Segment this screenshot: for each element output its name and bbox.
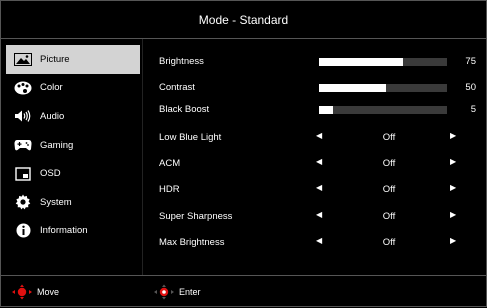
speaker-icon [14, 109, 32, 123]
low-blue-light-row[interactable]: Low Blue Light ◀ Off ▶ [159, 127, 479, 147]
hdr-value: Off [382, 184, 396, 195]
super-sharpness-row[interactable]: Super Sharpness ◀ Off ▶ [159, 206, 479, 226]
contrast-slider[interactable] [319, 84, 447, 92]
gamepad-icon [14, 138, 32, 152]
joystick-move-icon [11, 284, 33, 300]
hdr-label: HDR [159, 184, 180, 195]
acm-row[interactable]: ACM ◀ Off ▶ [159, 153, 479, 173]
right-arrow-icon[interactable]: ▶ [450, 157, 456, 166]
black-boost-row[interactable]: Black Boost 5 [159, 99, 479, 119]
sidebar-item-label: Gaming [40, 139, 74, 151]
right-arrow-icon[interactable]: ▶ [450, 131, 456, 140]
low-blue-light-label: Low Blue Light [159, 132, 222, 143]
brightness-row[interactable]: Brightness 75 [159, 51, 479, 71]
black-boost-label: Black Boost [159, 104, 210, 115]
max-brightness-label: Max Brightness [159, 237, 225, 248]
page-title: Mode - Standard [198, 12, 289, 27]
sidebar-item-system[interactable]: System [6, 188, 140, 217]
contrast-fill [319, 84, 386, 92]
right-arrow-icon[interactable]: ▶ [450, 210, 456, 219]
contrast-row[interactable]: Contrast 50 [159, 77, 479, 97]
sidebar-item-osd[interactable]: OSD [6, 159, 140, 188]
gear-icon [14, 194, 32, 210]
brightness-value: 75 [465, 56, 476, 67]
joystick-enter-icon [153, 284, 175, 300]
right-arrow-icon[interactable]: ▶ [450, 236, 456, 245]
contrast-value: 50 [465, 82, 476, 93]
sidebar-item-audio[interactable]: Audio [6, 102, 140, 131]
super-sharpness-label: Super Sharpness [159, 211, 233, 222]
left-arrow-icon[interactable]: ◀ [316, 131, 322, 140]
brightness-fill [319, 58, 404, 66]
divider [142, 39, 143, 275]
left-arrow-icon[interactable]: ◀ [316, 183, 322, 192]
acm-label: ACM [159, 158, 181, 169]
black-boost-value: 5 [470, 104, 476, 115]
footer-hints: Move Enter [1, 275, 486, 308]
brightness-label: Brightness [159, 56, 204, 67]
sidebar-item-picture[interactable]: Picture [6, 45, 140, 74]
black-boost-fill [319, 106, 334, 114]
menu-title: Mode - Standard [1, 1, 486, 39]
max-brightness-row[interactable]: Max Brightness ◀ Off ▶ [159, 232, 479, 252]
right-arrow-icon[interactable]: ▶ [450, 183, 456, 192]
osd-menu: Mode - Standard Picture Color Audio Gami… [0, 0, 487, 307]
hdr-row[interactable]: HDR ◀ Off ▶ [159, 179, 479, 199]
sidebar-item-gaming[interactable]: Gaming [6, 131, 140, 160]
left-arrow-icon[interactable]: ◀ [316, 157, 322, 166]
super-sharpness-value: Off [382, 211, 396, 222]
low-blue-light-value: Off [382, 132, 396, 143]
sidebar: Picture Color Audio Gaming OSD System In… [6, 45, 140, 245]
move-label: Move [37, 287, 60, 297]
sidebar-item-label: System [40, 196, 72, 208]
enter-label: Enter [179, 287, 201, 297]
enter-hint: Enter [153, 284, 201, 300]
palette-icon [14, 81, 32, 95]
picture-icon [14, 52, 32, 66]
info-icon [14, 223, 32, 238]
left-arrow-icon[interactable]: ◀ [316, 210, 322, 219]
black-boost-slider[interactable] [319, 106, 447, 114]
osd-icon [14, 166, 32, 181]
contrast-label: Contrast [159, 82, 195, 93]
max-brightness-value: Off [382, 237, 396, 248]
sidebar-item-label: Picture [40, 53, 70, 65]
move-hint: Move [11, 284, 59, 300]
sidebar-item-information[interactable]: Information [6, 217, 140, 246]
sidebar-item-color[interactable]: Color [6, 74, 140, 103]
left-arrow-icon[interactable]: ◀ [316, 236, 322, 245]
brightness-slider[interactable] [319, 58, 447, 66]
acm-value: Off [382, 158, 396, 169]
sidebar-item-label: Information [40, 225, 88, 237]
sidebar-item-label: Color [40, 82, 63, 94]
sidebar-item-label: OSD [40, 168, 61, 180]
sidebar-item-label: Audio [40, 110, 65, 122]
